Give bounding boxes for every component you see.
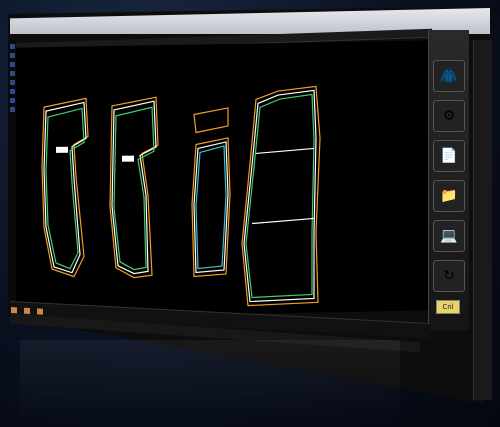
sewing-machine-icon[interactable]: ⚙ [433,100,465,132]
right-tool-panel: 🧥 ⚙ 📄 📁 💻 ↻ [428,30,469,330]
tool-icon[interactable] [9,53,15,58]
pattern-drawing [41,85,321,307]
folder-icon[interactable]: 📁 [433,180,465,212]
reflection [20,340,400,420]
pattern-piece-front-bodice-1[interactable] [41,97,89,278]
rotate-pattern-icon[interactable]: ↻ [433,260,465,292]
tool-icon[interactable] [9,62,15,67]
cancel-button[interactable]: Cnl [436,300,460,314]
tool-icon[interactable] [9,107,15,112]
tool-icon[interactable] [9,89,15,94]
palette-swatch[interactable] [24,307,31,315]
palette-swatch[interactable] [37,308,44,315]
scrollbar[interactable] [473,40,492,400]
tool-icon[interactable] [9,98,15,103]
tool-icon[interactable] [9,44,15,49]
palette-swatch[interactable] [11,307,17,314]
computer-tool-icon[interactable]: 💻 [433,220,465,252]
pattern-piece-back-panel[interactable] [241,85,321,307]
left-tool-strip [8,40,16,300]
mannequin-icon[interactable]: 🧥 [433,60,465,92]
pattern-piece-front-bodice-2[interactable] [109,96,159,279]
pattern-canvas[interactable] [16,40,432,318]
tool-icon[interactable] [9,80,15,85]
stack-of-sheets-icon[interactable]: 📄 [433,140,465,172]
pattern-piece-sleeve[interactable] [191,107,231,278]
tool-icon[interactable] [9,71,15,76]
monitor: 🧥 ⚙ 📄 📁 💻 ↻ Cnl [0,0,500,427]
